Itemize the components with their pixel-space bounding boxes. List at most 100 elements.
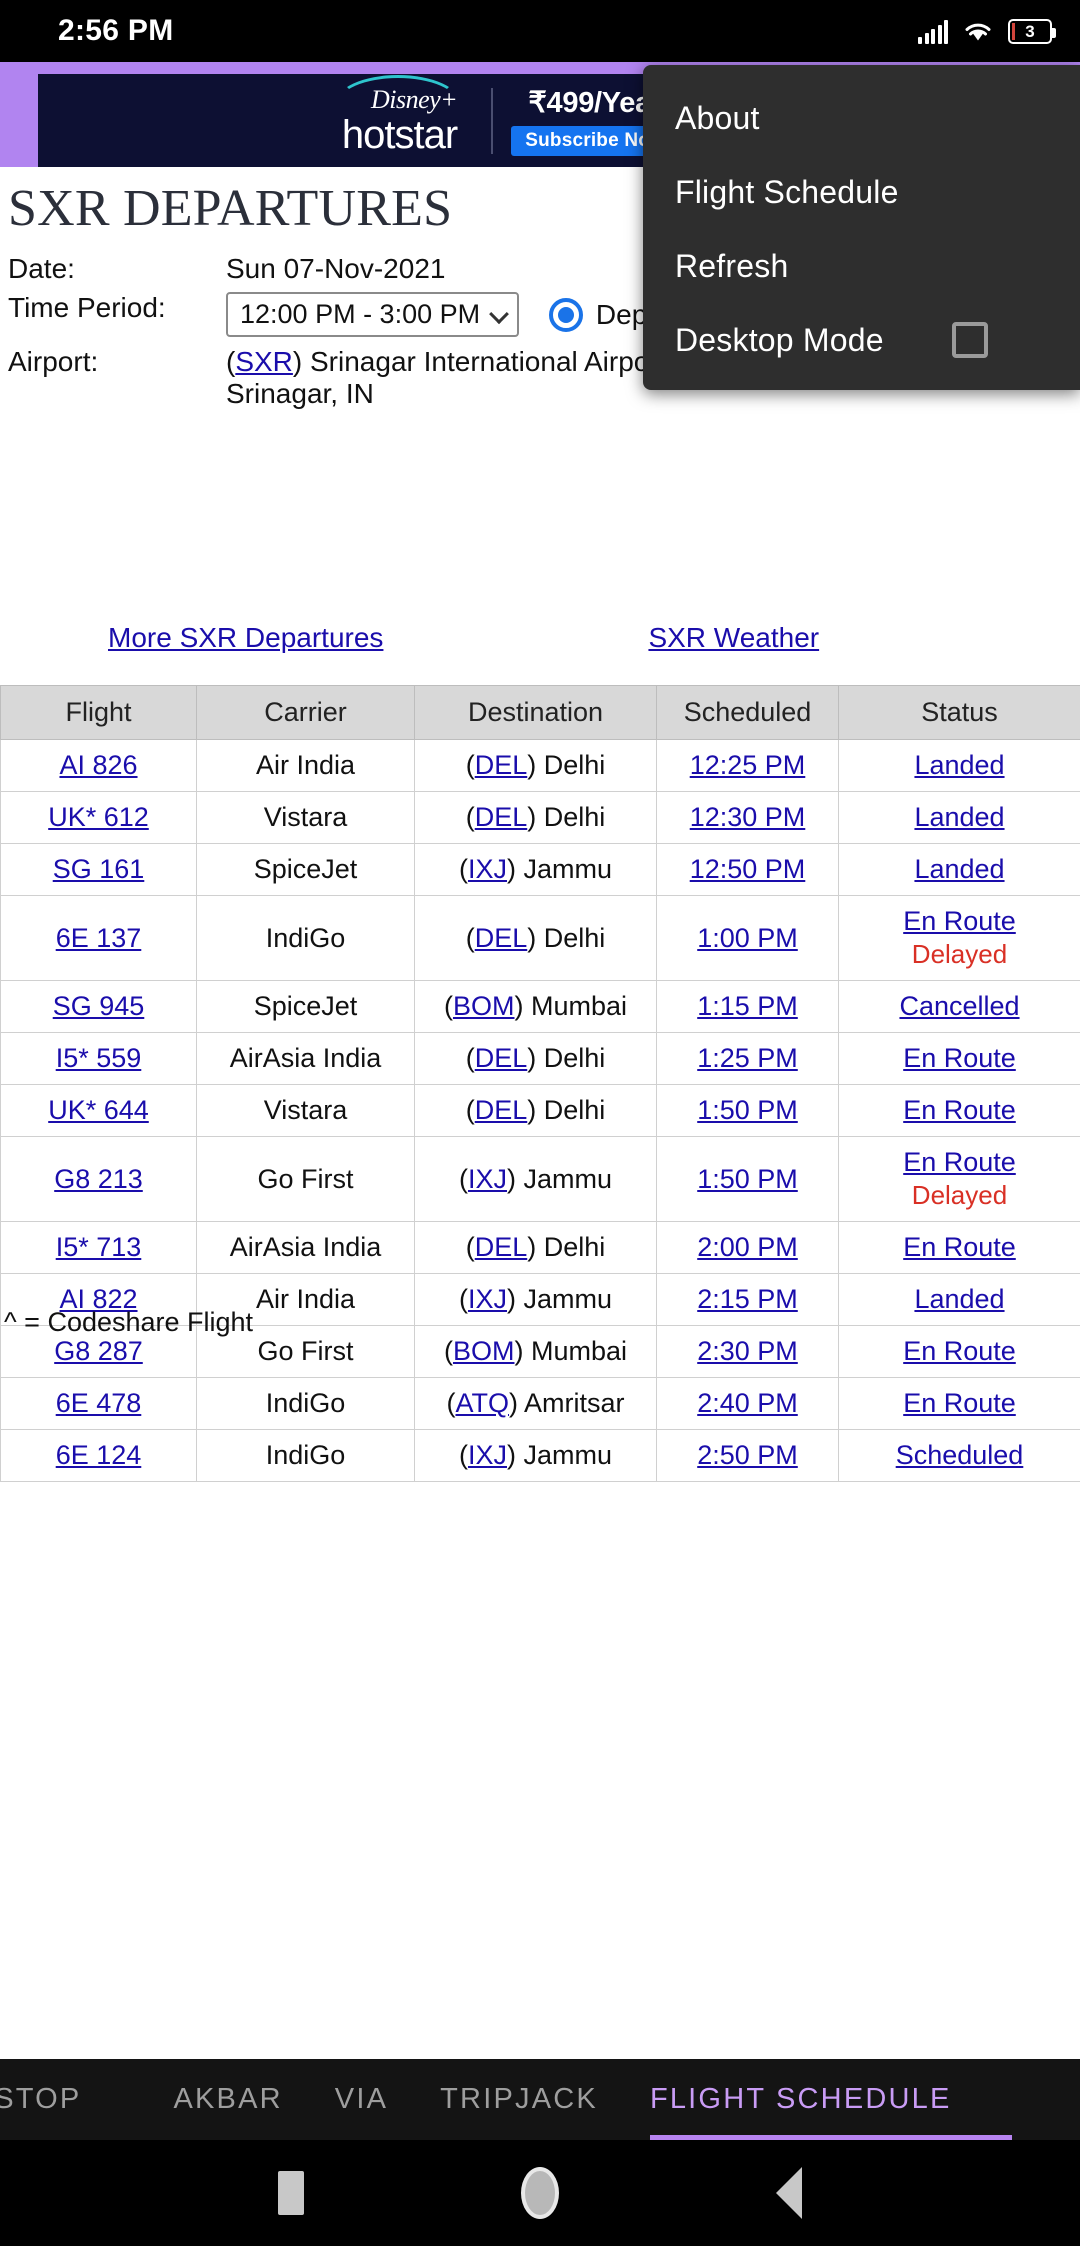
scheduled-time-link[interactable]: 2:40 PM [697, 1388, 798, 1418]
time-period-select[interactable]: 12:00 PM - 3:00 PM [226, 292, 520, 337]
flight-number-link[interactable]: I5* 559 [56, 1043, 142, 1073]
flight-number-link[interactable]: I5* 713 [56, 1232, 142, 1262]
destination-code-link[interactable]: IXJ [468, 1440, 507, 1470]
cell-flight: UK* 612 [0, 791, 197, 844]
status-link[interactable]: Landed [914, 854, 1004, 884]
tab-flight-schedule[interactable]: FLIGHT SCHEDULE [649, 2059, 1012, 2140]
status-link[interactable]: Landed [914, 750, 1004, 780]
flight-number-link[interactable]: G8 287 [54, 1336, 143, 1366]
cell-status: En Route [838, 1084, 1080, 1137]
codeshare-footnote: ^ = Codeshare Flight [4, 1307, 254, 1337]
cell-flight: I5* 713 [0, 1221, 197, 1274]
status-link[interactable]: Scheduled [896, 1440, 1024, 1470]
destination-code-link[interactable]: ATQ [455, 1388, 509, 1418]
date-row: Date: Sun 07-Nov-2021 [8, 248, 734, 290]
destination-code-link[interactable]: DEL [475, 1043, 528, 1073]
destination-code-link[interactable]: IXJ [468, 854, 507, 884]
status-link[interactable]: En Route [903, 1147, 1016, 1177]
tab-akbar[interactable]: AKBAR [173, 2059, 282, 2140]
scheduled-time-link[interactable]: 12:50 PM [690, 854, 806, 884]
cell-carrier: SpiceJet [196, 843, 415, 896]
cell-scheduled: 1:15 PM [656, 980, 839, 1033]
scheduled-time-link[interactable]: 12:30 PM [690, 802, 806, 832]
scheduled-time-link[interactable]: 1:50 PM [697, 1095, 798, 1125]
destination-code-link[interactable]: DEL [475, 802, 528, 832]
menu-item-flight-schedule[interactable]: Flight Schedule [643, 155, 1080, 229]
flight-number-link[interactable]: SG 161 [53, 854, 145, 884]
flight-number-link[interactable]: UK* 612 [48, 802, 149, 832]
cell-scheduled: 2:40 PM [656, 1377, 839, 1430]
status-link[interactable]: En Route [903, 906, 1016, 936]
flight-number-link[interactable]: 6E 124 [56, 1440, 142, 1470]
flight-number-link[interactable]: SG 945 [53, 991, 145, 1021]
scheduled-time-link[interactable]: 2:00 PM [697, 1232, 798, 1262]
table-row: I5* 559 AirAsia India (DEL) Delhi 1:25 PM En… [0, 1032, 1080, 1085]
scheduled-time-link[interactable]: 1:00 PM [697, 923, 798, 953]
status-link[interactable]: Landed [914, 802, 1004, 832]
scheduled-time-link[interactable]: 2:50 PM [697, 1440, 798, 1470]
hotstar-wordmark: hotstar [341, 112, 458, 157]
cell-destination: (DEL) Delhi [414, 1221, 657, 1274]
scheduled-time-link[interactable]: 1:15 PM [697, 991, 798, 1021]
status-link[interactable]: En Route [903, 1043, 1016, 1073]
cell-destination: (DEL) Delhi [414, 791, 657, 844]
tab-label: RESSTOP [0, 2083, 82, 2115]
tab-via[interactable]: VIA [335, 2059, 388, 2140]
weather-link[interactable]: SXR Weather [648, 622, 819, 654]
status-link[interactable]: En Route [903, 1388, 1016, 1418]
flight-number-link[interactable]: G8 213 [54, 1164, 143, 1194]
departures-radio[interactable] [548, 297, 583, 332]
destination-code-link[interactable]: DEL [475, 923, 528, 953]
battery-level-text: 3 [1025, 21, 1035, 41]
triangle-back-icon[interactable] [775, 2167, 802, 2219]
square-recents-icon[interactable] [278, 2171, 305, 2215]
destination-code-link[interactable]: IXJ [468, 1284, 507, 1314]
tab-resstop[interactable]: RESSTOP [0, 2059, 121, 2140]
menu-item-refresh[interactable]: Refresh [643, 229, 1080, 303]
circle-home-icon[interactable] [520, 2167, 559, 2219]
scheduled-time-link[interactable]: 2:30 PM [697, 1336, 798, 1366]
scheduled-time-link[interactable]: 2:15 PM [697, 1284, 798, 1314]
cell-flight: G8 213 [0, 1136, 197, 1222]
cell-status: En Route [838, 1221, 1080, 1274]
airport-label: Airport: [8, 346, 99, 377]
cell-scheduled: 2:30 PM [656, 1325, 839, 1378]
flight-number-link[interactable]: 6E 137 [56, 923, 142, 953]
destination-code-link[interactable]: IXJ [468, 1164, 507, 1194]
overflow-menu: About Flight Schedule Refresh Desktop Mo… [643, 65, 1080, 390]
destination-code-link[interactable]: DEL [475, 750, 528, 780]
cell-flight: I5* 559 [0, 1032, 197, 1085]
destination-code-link[interactable]: BOM [453, 991, 515, 1021]
airport-code-link[interactable]: SXR [235, 346, 293, 377]
desktop-mode-checkbox[interactable] [952, 322, 988, 358]
menu-item-about[interactable]: About [643, 81, 1080, 155]
status-link[interactable]: En Route [903, 1095, 1016, 1125]
cell-scheduled: 1:00 PM [656, 895, 839, 981]
wifi-icon [965, 23, 991, 41]
status-sub-badge: Delayed [911, 1180, 1008, 1210]
status-link[interactable]: Landed [914, 1284, 1004, 1314]
scheduled-time-link[interactable]: 1:50 PM [697, 1164, 798, 1194]
more-departures-link[interactable]: More SXR Departures [108, 622, 383, 654]
status-link[interactable]: En Route [903, 1232, 1016, 1262]
flight-number-link[interactable]: AI 826 [59, 750, 137, 780]
cell-carrier: AirAsia India [196, 1221, 415, 1274]
status-sub-badge: Delayed [911, 939, 1008, 969]
scheduled-time-link[interactable]: 12:25 PM [690, 750, 806, 780]
status-link[interactable]: Cancelled [899, 991, 1019, 1021]
status-link[interactable]: En Route [903, 1336, 1016, 1366]
cell-destination: (BOM) Mumbai [414, 1325, 657, 1378]
airport-row: Airport: (SXR) Srinagar International Ai… [8, 341, 734, 415]
flight-number-link[interactable]: UK* 644 [48, 1095, 149, 1125]
tab-tripjack[interactable]: TRIPJACK [440, 2059, 598, 2140]
cell-status: Cancelled [838, 980, 1080, 1033]
destination-code-link[interactable]: DEL [475, 1095, 528, 1125]
destination-code-link[interactable]: BOM [453, 1336, 515, 1366]
cell-status: Landed [838, 1273, 1080, 1326]
flight-number-link[interactable]: 6E 478 [56, 1388, 142, 1418]
menu-item-desktop-mode[interactable]: Desktop Mode [643, 303, 1080, 377]
destination-code-link[interactable]: DEL [475, 1232, 528, 1262]
table-row: I5* 713 AirAsia India (DEL) Delhi 2:00 PM En… [0, 1221, 1080, 1274]
scheduled-time-link[interactable]: 1:25 PM [697, 1043, 798, 1073]
header-destination: Destination [414, 685, 657, 740]
